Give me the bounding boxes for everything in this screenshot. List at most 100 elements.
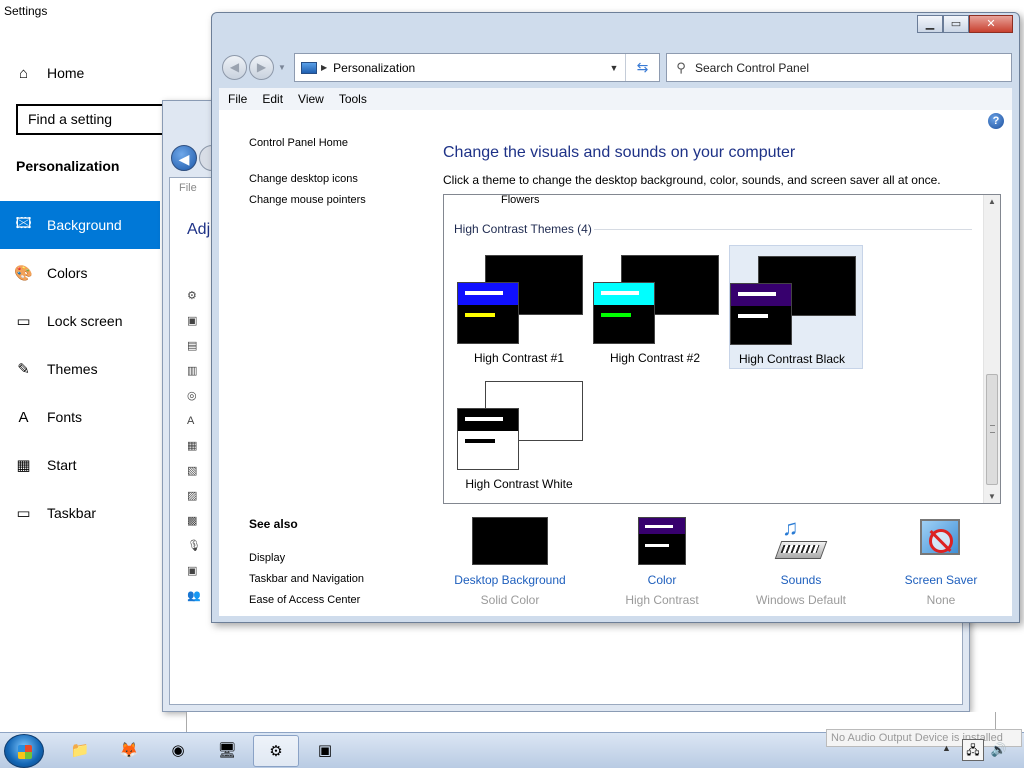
color-value: High Contrast: [625, 593, 699, 607]
group-divider: [594, 229, 972, 230]
close-button[interactable]: ✕: [969, 15, 1013, 33]
color-label[interactable]: Color: [597, 573, 727, 587]
theme-label[interactable]: High Contrast #1: [457, 351, 581, 365]
display-link[interactable]: Display: [249, 552, 285, 564]
refresh-icon[interactable]: ⇆: [625, 54, 659, 81]
home-icon: ⌂: [18, 64, 29, 82]
start-button[interactable]: [4, 734, 44, 768]
screen-saver-label[interactable]: Screen Saver: [876, 573, 1006, 587]
theme-high-contrast-1[interactable]: High Contrast #1: [457, 245, 591, 369]
theme-label[interactable]: High Contrast #2: [593, 351, 717, 365]
settings-item-start[interactable]: ▦ Start: [0, 441, 160, 489]
change-mouse-pointers-link[interactable]: Change mouse pointers: [249, 194, 366, 206]
address-bar[interactable]: ▶ Personalization ▼ ⇆: [294, 53, 660, 82]
menu-edit[interactable]: Edit: [262, 92, 283, 106]
settings-item-label: Themes: [47, 361, 98, 377]
sounds-icon: ♫: [774, 515, 828, 565]
search-icon: ⚲: [676, 59, 686, 75]
volume-tray-icon[interactable]: 🔊: [988, 739, 1010, 761]
network-tray-icon[interactable]: 🖧: [962, 739, 984, 761]
sounds-item[interactable]: ♫ Sounds Windows Default: [736, 515, 866, 607]
settings-item-background[interactable]: 🖾 Background: [0, 201, 160, 249]
settings-item-label: Background: [47, 217, 122, 233]
change-desktop-icons-link[interactable]: Change desktop icons: [249, 173, 358, 185]
settings-gear-icon[interactable]: ⚙: [253, 735, 299, 767]
address-path[interactable]: Personalization: [333, 61, 603, 75]
ease-of-access-link[interactable]: Ease of Access Center: [249, 594, 360, 606]
sounds-label[interactable]: Sounds: [736, 573, 866, 587]
themes-icon: ✎: [17, 361, 30, 378]
breadcrumb-arrow-icon[interactable]: ▶: [321, 63, 327, 72]
theme-list-scrollbar[interactable]: ▲ ▼: [983, 195, 1000, 503]
theme-preview-line: [738, 314, 768, 318]
theme-preview-window: [593, 282, 655, 344]
forward-button[interactable]: ▶: [249, 55, 274, 80]
control-panel-icon: [301, 61, 317, 74]
settings-item-themes[interactable]: ✎ Themes: [0, 345, 160, 393]
settings-item-colors[interactable]: 🎨 Colors: [0, 249, 160, 297]
taskbar-navigation-link[interactable]: Taskbar and Navigation: [249, 573, 364, 585]
theme-label[interactable]: High Contrast White: [457, 477, 581, 491]
network-app-icon[interactable]: 🖥: [204, 735, 250, 767]
settings-item-label: Colors: [47, 265, 88, 281]
desktop-background-item[interactable]: Desktop Background Solid Color: [445, 517, 575, 607]
taskbar-icon: ▭: [16, 505, 31, 522]
scroll-up-icon[interactable]: ▲: [988, 197, 996, 206]
scroll-down-icon[interactable]: ▼: [988, 492, 996, 501]
settings-item-taskbar[interactable]: ▭ Taskbar: [0, 489, 160, 537]
address-dropdown-icon[interactable]: ▼: [603, 63, 625, 73]
window-caption-buttons: ▁ ▭ ✕: [917, 15, 1013, 33]
item-icon: ▣: [187, 315, 198, 327]
settings-section-title: Personalization: [16, 158, 120, 174]
color-item[interactable]: Color High Contrast: [597, 517, 727, 607]
back-button[interactable]: ◀: [222, 55, 247, 80]
file-explorer-icon[interactable]: 📁: [57, 735, 103, 767]
item-icon: ▤: [187, 340, 198, 352]
control-panel-icon[interactable]: ▣: [302, 735, 348, 767]
back-arrow-icon[interactable]: ◀: [171, 145, 197, 171]
theme-label-partial[interactable]: Flowers: [501, 195, 540, 206]
chrome-icon[interactable]: ◉: [155, 735, 201, 767]
screen-saver-value: None: [926, 593, 956, 607]
personalization-window[interactable]: ▁ ▭ ✕ ◀ ▶ ▼ ▶ Personalization ▼ ⇆ ⚲ Sear…: [211, 12, 1020, 623]
search-placeholder[interactable]: Search Control Panel: [695, 61, 809, 75]
search-box[interactable]: ⚲ Search Control Panel: [666, 53, 1012, 82]
help-icon[interactable]: ?: [988, 113, 1004, 129]
settings-item-label: Start: [47, 457, 77, 473]
recent-pages-dropdown-icon[interactable]: ▼: [278, 63, 286, 72]
item-icon: ▣: [187, 565, 198, 577]
taskbar: 📁 🦊 ◉ 🖥 ⚙ ▣ No Audio Output Device is install…: [0, 729, 1024, 768]
theme-high-contrast-black[interactable]: High Contrast Black: [729, 245, 863, 369]
theme-preview-window: [730, 283, 792, 345]
palette-icon: 🎨: [14, 265, 33, 282]
find-setting-input[interactable]: Find a setting: [16, 104, 176, 135]
maximize-button[interactable]: ▭: [943, 15, 969, 33]
menu-tools[interactable]: Tools: [339, 92, 367, 106]
theme-high-contrast-2[interactable]: High Contrast #2: [593, 245, 727, 369]
settings-home[interactable]: ⌂ Home: [0, 49, 160, 97]
settings-item-lock-screen[interactable]: ▭ Lock screen: [0, 297, 160, 345]
screen-saver-item[interactable]: Screen Saver None: [876, 517, 1006, 607]
theme-high-contrast-white[interactable]: High Contrast White: [457, 371, 591, 495]
minimize-button[interactable]: ▁: [917, 15, 943, 33]
theme-list: Flowers High Contrast Themes (4) High Co…: [443, 194, 1001, 504]
background-window-file-menu[interactable]: File: [179, 182, 197, 194]
show-hidden-icons-icon[interactable]: ▲: [942, 743, 951, 753]
firefox-icon[interactable]: 🦊: [106, 735, 152, 767]
scrollbar-thumb[interactable]: [986, 374, 998, 485]
item-icon: 👥: [187, 590, 201, 602]
theme-preview-line: [465, 313, 495, 317]
settings-title: Settings: [4, 4, 48, 18]
menu-view[interactable]: View: [298, 92, 324, 106]
item-icon: A: [187, 415, 195, 427]
control-panel-home-link[interactable]: Control Panel Home: [249, 137, 348, 149]
sounds-value: Windows Default: [755, 593, 847, 607]
settings-item-fonts[interactable]: A Fonts: [0, 393, 160, 441]
theme-preview-line: [465, 417, 503, 421]
settings-item-label: Fonts: [47, 409, 83, 425]
desktop-background-label[interactable]: Desktop Background: [445, 573, 575, 587]
theme-label[interactable]: High Contrast Black: [730, 352, 854, 366]
theme-group-header: High Contrast Themes (4): [454, 222, 592, 236]
fonts-icon: A: [18, 408, 29, 426]
menu-file[interactable]: File: [228, 92, 247, 106]
